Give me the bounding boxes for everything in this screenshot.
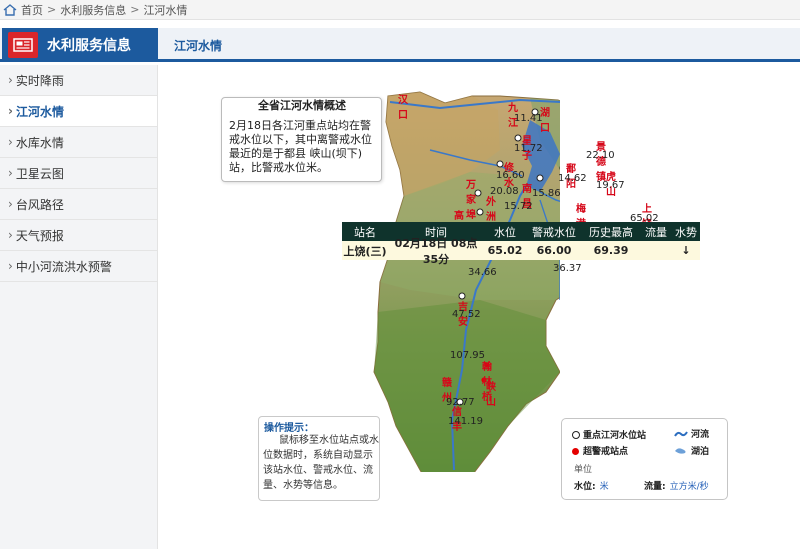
chevron-right-icon: › <box>8 228 13 242</box>
water-level-reading[interactable]: 11.41 <box>514 113 543 124</box>
legend-flow-label: 流量: <box>644 482 666 492</box>
breadcrumb-separator: > <box>130 3 140 16</box>
legend-over-warning: 超警戒站点 <box>572 444 628 457</box>
sidebar-item-realtime-rain[interactable]: › 实时降雨 <box>0 65 157 96</box>
cell-history: 69.39 <box>593 244 629 257</box>
sidebar-item-label: 实时降雨 <box>15 73 64 88</box>
water-level-reading[interactable]: 34.66 <box>468 267 497 278</box>
water-level-reading[interactable]: 107.95 <box>450 350 485 361</box>
water-level-reading[interactable]: 15.72 <box>504 201 533 212</box>
tips-text: 鼠标移至水位站点或水位数据时，系统自动显示该站水位、警戒水位、流量、水势等信息。 <box>263 435 379 491</box>
sidebar-item-label: 台风路径 <box>15 197 64 212</box>
legend-lake: 湖泊 <box>674 444 709 457</box>
overview-box: 全省江河水情概述 2月18日各江河重点站均在警戒水位以下，其中离警戒水位最近的是… <box>221 97 382 182</box>
legend-key-station-label: 重点江河水位站 <box>583 431 647 441</box>
sidebar-item-weather[interactable]: › 天气预报 <box>0 220 157 251</box>
water-level-reading[interactable]: 15.86 <box>532 188 561 199</box>
sidebar-item-satellite[interactable]: › 卫星云图 <box>0 158 157 189</box>
sidebar-item-label: 中小河流洪水预警 <box>15 259 112 274</box>
sidebar-item-label: 天气预报 <box>15 228 64 243</box>
place-label: 汉口 <box>398 95 408 121</box>
place-label: 峡山 <box>486 382 496 408</box>
sidebar-item-label: 江河水情 <box>15 104 64 119</box>
sidebar-item-label: 卫星云图 <box>15 166 64 181</box>
legend-level-label: 水位: <box>574 482 596 492</box>
sidebar-item-flood-warning[interactable]: › 中小河流洪水预警 <box>0 251 157 282</box>
newspaper-icon <box>8 32 38 58</box>
cell-station: 上饶(三) <box>343 244 387 258</box>
water-level-reading[interactable]: 16.60 <box>496 170 525 181</box>
legend-flow-unit-value: 立方米/秒 <box>669 482 709 492</box>
sidebar-item-river-water[interactable]: › 江河水情 <box>0 96 157 127</box>
tips-title: 操作提示： <box>264 423 314 434</box>
station-popup: 站名 时间 水位 警戒水位 历史最高 流量 水势 上饶(三) 02月18日 08… <box>342 222 700 266</box>
overview-title: 全省江河水情概述 <box>258 99 346 112</box>
module-title: 水利服务信息 <box>2 28 158 62</box>
breadcrumb-level1[interactable]: 水利服务信息 <box>60 2 126 18</box>
tips-box: 操作提示： 鼠标移至水位站点或水位数据时，系统自动显示该站水位、警戒水位、流量、… <box>258 416 380 501</box>
chevron-right-icon: › <box>8 166 13 180</box>
water-level-reading[interactable]: 22.10 <box>586 150 615 161</box>
col-flow: 流量 <box>645 225 667 239</box>
chevron-right-icon: › <box>8 104 13 118</box>
red-dot-icon <box>572 448 579 455</box>
chevron-right-icon: › <box>8 259 13 273</box>
module-title-text: 水利服务信息 <box>47 38 131 54</box>
cell-level: 65.02 <box>487 244 523 257</box>
place-label: 万家埠 <box>466 180 476 221</box>
sidebar-item-typhoon[interactable]: › 台风路径 <box>0 189 157 220</box>
legend-river: 河流 <box>674 427 709 440</box>
overview-text: 2月18日各江河重点站均在警戒水位以下，其中离警戒水位最近的是于都县 峡山(坝下… <box>229 119 372 174</box>
legend-key-station: 重点江河水位站 <box>572 428 646 441</box>
water-level-reading[interactable]: 92.77 <box>446 397 475 408</box>
legend-river-label: 河流 <box>691 430 710 440</box>
water-level-reading[interactable]: 141.19 <box>448 416 483 427</box>
water-level-reading[interactable]: 47.52 <box>452 309 481 320</box>
col-warning: 警戒水位 <box>532 225 576 239</box>
cell-trend-arrow-icon: ↓ <box>681 244 691 257</box>
place-label: 外洲 <box>486 197 496 223</box>
cell-time: 02月18日 08点35分 <box>394 236 478 266</box>
legend-level-unit: 水位: 米 <box>574 479 609 492</box>
legend-unit-label: 单位 <box>574 465 593 475</box>
chevron-right-icon: › <box>8 73 13 87</box>
water-level-reading[interactable]: 19.67 <box>596 180 625 191</box>
breadcrumb-level2: 江河水情 <box>143 3 188 17</box>
breadcrumb-separator: > <box>47 3 57 16</box>
sidebar: › 实时降雨 › 江河水情 › 水库水情 › 卫星云图 › 台风路径 › 天气预报 › 中小河… <box>0 65 158 549</box>
water-level-reading[interactable]: 14.62 <box>558 173 587 184</box>
cell-warning: 66.00 <box>536 244 572 257</box>
col-trend: 水势 <box>675 225 697 239</box>
col-level: 水位 <box>494 225 516 239</box>
water-level-reading[interactable]: 20.08 <box>490 186 519 197</box>
legend-flow-unit: 流量: 立方米/秒 <box>644 479 709 492</box>
col-history: 历史最高 <box>589 225 633 239</box>
chevron-right-icon: › <box>8 197 13 211</box>
legend-lake-label: 湖泊 <box>691 447 710 457</box>
ring-icon <box>572 431 580 439</box>
sidebar-item-reservoir[interactable]: › 水库水情 <box>0 127 157 158</box>
sidebar-item-label: 水库水情 <box>15 135 64 150</box>
water-level-reading[interactable]: 36.37 <box>553 263 582 274</box>
breadcrumb: 首页 > 水利服务信息 > 江河水情 <box>0 0 800 20</box>
water-level-reading[interactable]: 11.72 <box>514 143 543 154</box>
legend-over-warning-label: 超警戒站点 <box>583 447 629 457</box>
legend-level-unit-value: 米 <box>599 482 609 492</box>
lake-icon <box>675 448 686 454</box>
chevron-right-icon: › <box>8 135 13 149</box>
home-icon[interactable] <box>3 3 17 16</box>
map-legend: 重点江河水位站 超警戒站点 河流 湖泊 单位 水位: 米 流量: 立方米/秒 <box>561 418 728 500</box>
col-station: 站名 <box>354 225 376 239</box>
river-icon <box>674 431 688 437</box>
popup-data-row: 上饶(三) 02月18日 08点35分 65.02 66.00 69.39 ↓ <box>342 237 700 266</box>
breadcrumb-home[interactable]: 首页 <box>21 2 43 18</box>
